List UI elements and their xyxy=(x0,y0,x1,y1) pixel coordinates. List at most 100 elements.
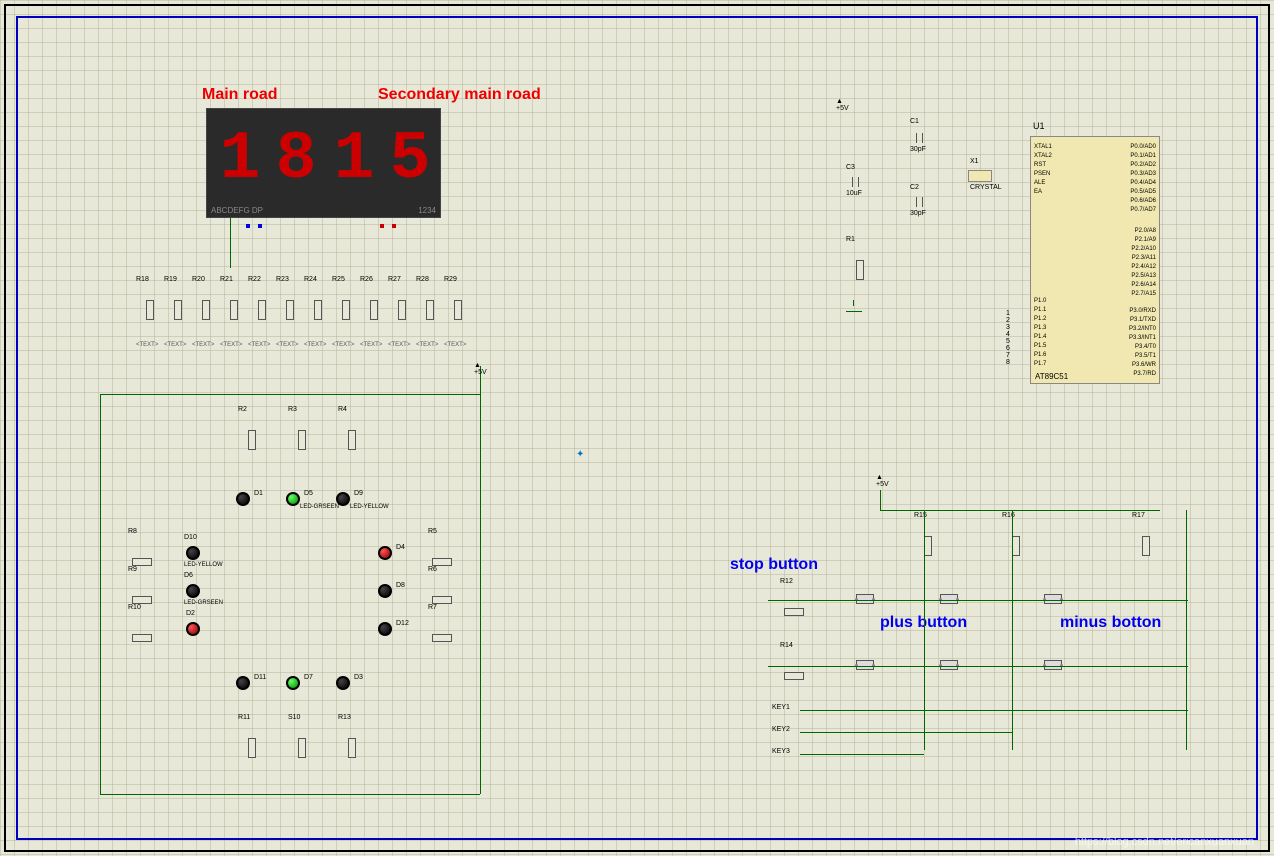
c2-value: 30pF xyxy=(910,210,926,217)
c1-value: 30pF xyxy=(910,146,926,153)
net-labels: 12345678 xyxy=(1006,310,1010,366)
led-D10[interactable] xyxy=(186,546,200,560)
resistor-S10[interactable]: S10 xyxy=(290,728,314,768)
x1-label: X1 xyxy=(970,158,979,165)
c1-label: C1 xyxy=(910,118,919,125)
resistor-R23[interactable]: R23<TEXT> xyxy=(278,290,302,330)
crystal-X1[interactable] xyxy=(968,170,992,182)
wire xyxy=(768,600,1188,601)
resistor-R24[interactable]: R24<TEXT> xyxy=(306,290,330,330)
button-sw-2a[interactable] xyxy=(856,660,874,670)
resistor-R21[interactable]: R21<TEXT> xyxy=(222,290,246,330)
led-D4[interactable] xyxy=(378,546,392,560)
wire xyxy=(800,732,1012,733)
resistor-R9[interactable]: R9 xyxy=(130,580,154,620)
wire xyxy=(924,510,925,750)
led-D11[interactable] xyxy=(236,676,250,690)
mcu-U1[interactable]: U1 XTAL1XTAL2 RST PSENALEEA P1.0P1.1P1.2… xyxy=(1030,136,1160,384)
pin-dot xyxy=(246,224,250,228)
resistor-R7[interactable]: R7 xyxy=(430,618,454,658)
net-key2: KEY2 xyxy=(772,726,790,733)
resistor-row-led-top: R2 R3 R4 xyxy=(240,420,364,460)
resistor-R1[interactable]: R1 xyxy=(848,250,872,290)
led-D1[interactable] xyxy=(236,492,250,506)
vcc-marker: ▲+5V xyxy=(474,362,487,376)
button-sw-1a[interactable] xyxy=(856,594,874,604)
cap-C2[interactable] xyxy=(910,198,930,206)
pin-dot xyxy=(380,224,384,228)
origin-marker-icon: ✦ xyxy=(576,449,584,460)
mcu-part: AT89C51 xyxy=(1035,372,1068,381)
mcu-pins-right-2: P2.0/A8P2.1/A9P2.2/A10 P2.3/A11P2.4/A12P… xyxy=(1131,227,1156,299)
led-D6-sub: LED-GRSEEN xyxy=(184,600,223,606)
resistor-R17[interactable]: R17 xyxy=(1134,526,1158,566)
main-road-title: Main road xyxy=(202,86,278,104)
wire xyxy=(800,754,924,755)
button-sw-1c[interactable] xyxy=(1044,594,1062,604)
wire xyxy=(230,218,231,268)
wire xyxy=(1012,510,1013,750)
led-D2[interactable] xyxy=(186,622,200,636)
led-D1-label: D1 xyxy=(254,490,263,497)
resistor-R5[interactable]: R5 xyxy=(430,542,454,582)
c3-label: C3 xyxy=(846,164,855,171)
button-sw-1b[interactable] xyxy=(940,594,958,604)
resistor-R22[interactable]: R22<TEXT> xyxy=(250,290,274,330)
resistor-R18[interactable]: R18<TEXT> xyxy=(138,290,162,330)
wire xyxy=(880,490,881,510)
resistor-R10[interactable]: R10 xyxy=(130,618,154,658)
digit-4: 5 xyxy=(385,123,435,197)
resistor-R25[interactable]: R25<TEXT> xyxy=(334,290,358,330)
led-D12[interactable] xyxy=(378,622,392,636)
resistor-R2[interactable]: R2 xyxy=(240,420,264,460)
led-D11-label: D11 xyxy=(254,674,266,681)
led-D6[interactable] xyxy=(186,584,200,598)
pin-dot xyxy=(258,224,262,228)
c3-value: 10uF xyxy=(846,190,862,197)
resistor-R6[interactable]: R6 xyxy=(430,580,454,620)
led-D10-sub: LED-YELLOW xyxy=(184,562,223,568)
mcu-pins-right-1: P0.0/AD0P0.1/AD1P0.2/AD2 P0.3/AD3P0.4/AD… xyxy=(1130,143,1156,215)
led-D8[interactable] xyxy=(378,584,392,598)
seven-segment-display[interactable]: 1 8 1 5 ABCDEFG DP 1234 xyxy=(206,108,441,218)
digit-2: 8 xyxy=(271,123,321,197)
wire xyxy=(480,366,481,794)
digit-1: 1 xyxy=(215,123,265,197)
resistor-R27[interactable]: R27<TEXT> xyxy=(390,290,414,330)
resistor-R26[interactable]: R26<TEXT> xyxy=(362,290,386,330)
led-D5-label: D5 xyxy=(304,490,313,497)
c2-label: C2 xyxy=(910,184,919,191)
wire xyxy=(880,510,1160,511)
led-D8-label: D8 xyxy=(396,582,405,589)
wire xyxy=(100,794,480,795)
resistor-R28[interactable]: R28<TEXT> xyxy=(418,290,442,330)
resistor-R13[interactable]: R13 xyxy=(340,728,364,768)
x1-value: CRYSTAL xyxy=(970,184,1002,191)
resistor-R4[interactable]: R4 xyxy=(340,420,364,460)
led-D3-label: D3 xyxy=(354,674,363,681)
led-D5-sub: LED-GRSEEN xyxy=(300,504,339,510)
resistor-R14[interactable]: R14 xyxy=(782,656,806,696)
resistor-R12[interactable]: R12 xyxy=(782,592,806,632)
resistor-row-top: R18<TEXT> R19<TEXT> R20<TEXT> R21<TEXT> … xyxy=(138,290,470,330)
cap-C3[interactable] xyxy=(846,178,866,186)
cap-C1[interactable] xyxy=(910,134,930,142)
resistor-R8[interactable]: R8 xyxy=(130,542,154,582)
resistor-R20[interactable]: R20<TEXT> xyxy=(194,290,218,330)
resistor-R16[interactable]: R16 xyxy=(1004,526,1028,566)
led-D7[interactable] xyxy=(286,676,300,690)
resistor-R15[interactable]: R15 xyxy=(916,526,940,566)
led-D4-label: D4 xyxy=(396,544,405,551)
led-D3[interactable] xyxy=(336,676,350,690)
button-sw-2c[interactable] xyxy=(1044,660,1062,670)
pin-dot xyxy=(392,224,396,228)
button-sw-2b[interactable] xyxy=(940,660,958,670)
resistor-R29[interactable]: R29<TEXT> xyxy=(446,290,470,330)
resistor-R19[interactable]: R19<TEXT> xyxy=(166,290,190,330)
resistor-R11[interactable]: R11 xyxy=(240,728,264,768)
resistor-R3[interactable]: R3 xyxy=(290,420,314,460)
led-D5[interactable] xyxy=(286,492,300,506)
led-D7-label: D7 xyxy=(304,674,313,681)
resistor-row-led-bottom: R11 S10 R13 xyxy=(240,728,364,768)
led-D9-label: D9 xyxy=(354,490,363,497)
